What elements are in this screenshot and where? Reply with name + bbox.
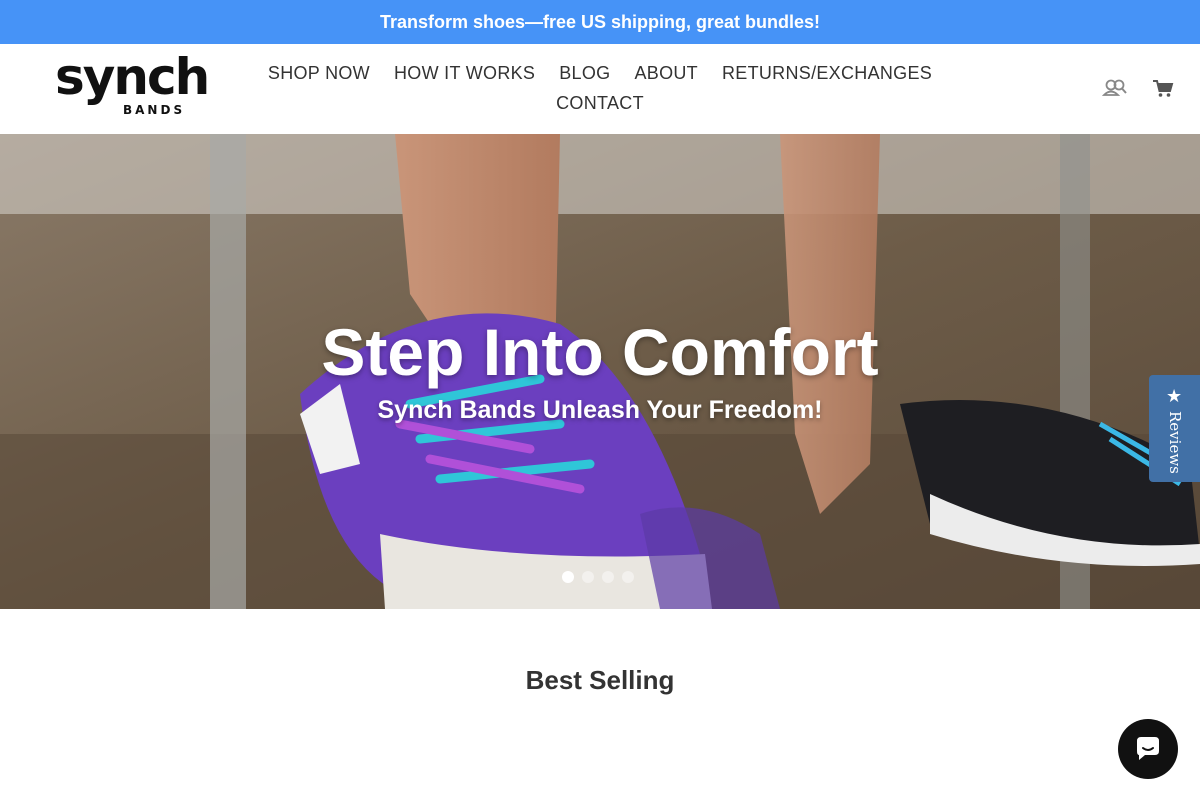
nav-how-it-works[interactable]: HOW IT WORKS	[394, 62, 535, 84]
slideshow-dots	[562, 571, 634, 583]
announcement-text: Transform shoes—free US shipping, great …	[379, 11, 821, 32]
account-icon[interactable]	[1101, 76, 1128, 100]
hero-subtitle: Synch Bands Unleash Your Freedom!	[377, 396, 823, 424]
section-title: Best Selling	[525, 665, 675, 695]
hero-title: Step Into Comfort	[321, 315, 879, 389]
cart-icon[interactable]	[1150, 76, 1176, 100]
logo-sub: BANDS	[123, 103, 186, 117]
reviews-tab[interactable]: ★ Reviews	[1149, 375, 1200, 482]
slide-dot[interactable]	[562, 571, 574, 583]
reviews-label: Reviews	[1166, 411, 1184, 474]
nav-about[interactable]: ABOUT	[634, 62, 698, 84]
slide-dot[interactable]	[602, 571, 614, 583]
hero-banner: Step Into Comfort Synch Bands Unleash Yo…	[0, 134, 1200, 609]
slide-dot[interactable]	[622, 571, 634, 583]
main-nav: SHOP NOW HOW IT WORKS BLOG ABOUT RETURNS…	[260, 62, 940, 114]
nav-blog[interactable]: BLOG	[559, 62, 610, 84]
site-header: synch BANDS SHOP NOW HOW IT WORKS BLOG A…	[0, 44, 1200, 134]
announcement-bar: Transform shoes—free US shipping, great …	[0, 0, 1200, 44]
header-icons	[1101, 76, 1176, 100]
slide-dot[interactable]	[582, 571, 594, 583]
nav-contact[interactable]: CONTACT	[556, 92, 644, 114]
logo-word: synch	[55, 48, 210, 106]
nav-shop-now[interactable]: SHOP NOW	[268, 62, 370, 84]
site-logo[interactable]: synch BANDS	[55, 52, 210, 118]
star-icon: ★	[1166, 386, 1183, 406]
nav-returns-exchanges[interactable]: RETURNS/EXCHANGES	[722, 62, 932, 84]
chat-bubble-icon[interactable]	[1118, 719, 1178, 779]
